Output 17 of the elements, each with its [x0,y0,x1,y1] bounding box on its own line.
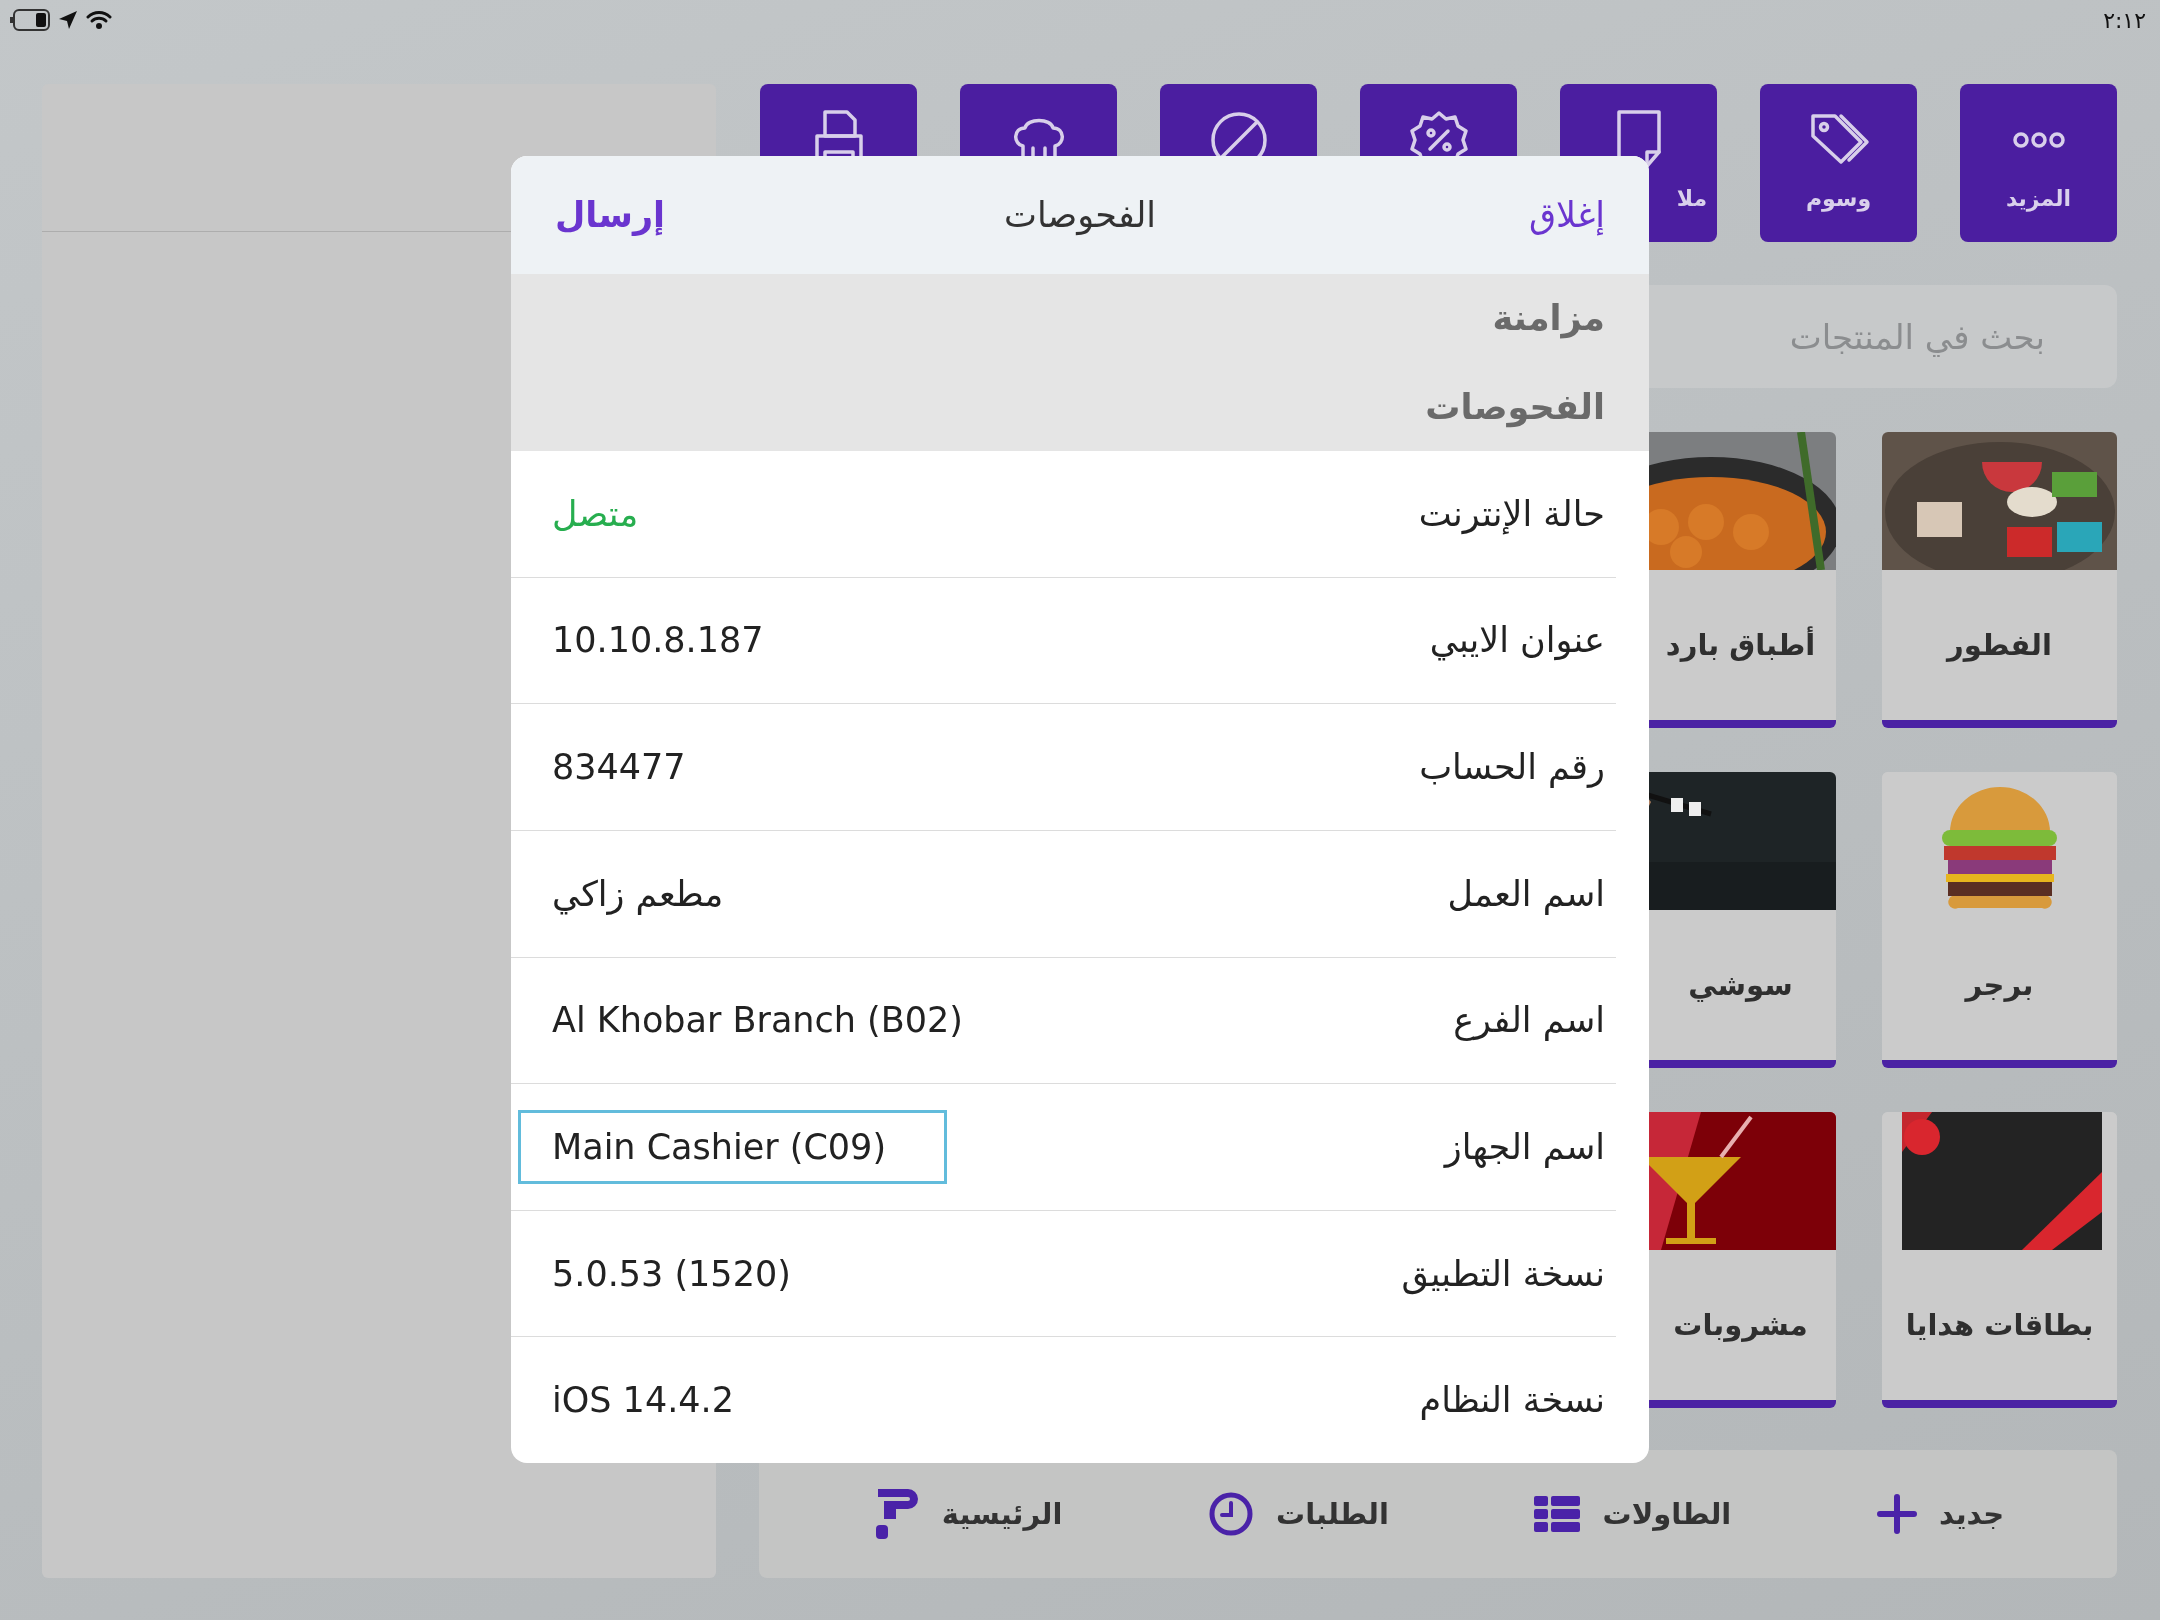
section-title: الفحوصات [1424,386,1605,427]
info-value: 834477 [551,746,687,790]
info-value: متصل [551,492,640,536]
clock-time: ٢:١٢ [2103,7,2146,33]
category-label: بطاقات هدايا [1905,1308,2094,1342]
info-value: 10.10.8.187 [551,619,765,663]
info-value: 5.0.53 (1520) [551,1252,792,1296]
section-title: مزامنة [1491,298,1605,339]
dialog-title: الفحوصات [1003,195,1157,235]
info-value: iOS 14.4.2 [551,1379,735,1423]
category-label: الفطور [1947,628,2052,662]
info-value: مطعم زاكي [551,872,725,917]
info-value: Al Khobar Branch (B02) [551,999,964,1043]
category-label: أطباق بارد [1665,628,1816,662]
category-label: مشروبات [1673,1308,1808,1342]
category-label: برجر [1965,968,2034,1002]
category-label: سوشي [1688,968,1793,1002]
